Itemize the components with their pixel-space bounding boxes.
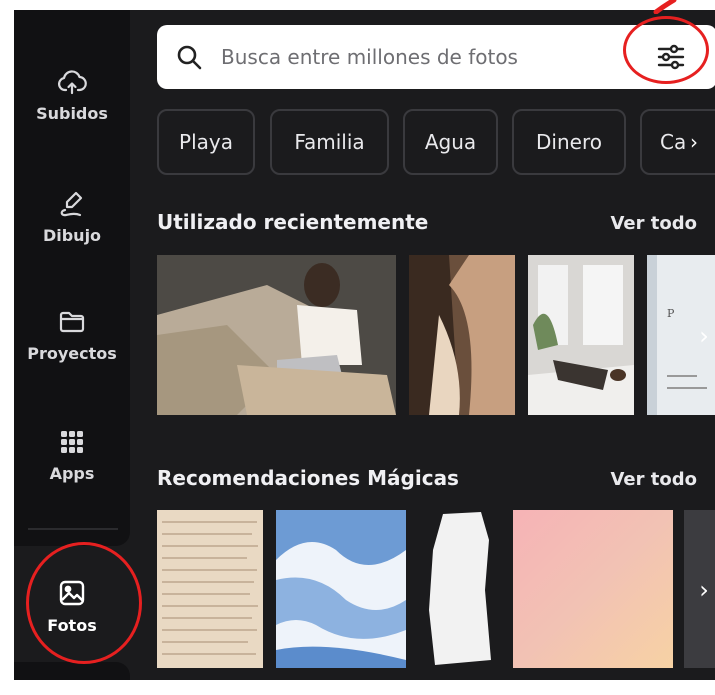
sidebar-item-dibujo[interactable]: Dibujo: [14, 188, 130, 245]
photo-thumbnail[interactable]: [409, 255, 515, 415]
sidebar-item-proyectos[interactable]: Proyectos: [14, 306, 130, 363]
annotation-circle-fotos: [26, 542, 142, 664]
section-title-magic: Recomendaciones Mágicas: [157, 466, 459, 490]
photo-thumbnail[interactable]: [157, 255, 396, 415]
suggestion-chips: Playa Familia Agua Dinero Ca ›: [157, 109, 715, 177]
sidebar-item-label: Subidos: [36, 104, 108, 123]
photo-thumbnail[interactable]: [276, 510, 406, 668]
chevron-right-icon[interactable]: ›: [690, 111, 698, 173]
sidebar-item-subidos[interactable]: Subidos: [14, 66, 130, 123]
sidebar-item-apps[interactable]: Apps: [14, 426, 130, 483]
photo-thumbnail[interactable]: [157, 510, 263, 668]
section-title-recent: Utilizado recientemente: [157, 210, 429, 234]
chip[interactable]: Familia: [270, 109, 389, 175]
chevron-right-icon[interactable]: ›: [693, 306, 715, 366]
see-all-recent-link[interactable]: Ver todo: [610, 213, 697, 234]
photo-thumbnail[interactable]: [528, 255, 634, 415]
apps-grid-icon: [61, 431, 83, 453]
chip[interactable]: Ca ›: [640, 109, 715, 175]
photo-thumbnail[interactable]: [419, 510, 503, 668]
sidebar-item-label: Proyectos: [27, 344, 117, 363]
sidebar-divider: [28, 528, 118, 530]
photo-thumbnail[interactable]: [513, 510, 673, 668]
search-input[interactable]: [221, 37, 621, 77]
annotation-circle-filter: [623, 16, 709, 84]
sidebar-item-label: Dibujo: [42, 226, 102, 245]
sidebar: Subidos Dibujo Proyectos Apps: [14, 10, 130, 546]
chevron-right-icon[interactable]: ›: [693, 560, 715, 620]
chip[interactable]: Dinero: [512, 109, 626, 175]
search-icon: [177, 45, 202, 70]
chip-label: Ca: [660, 130, 687, 154]
sidebar-bottom: [14, 662, 130, 680]
sidebar-item-label: Apps: [49, 464, 95, 483]
chip[interactable]: Playa: [157, 109, 255, 175]
draw-icon: [60, 191, 83, 217]
svg-text:P: P: [667, 307, 675, 320]
chip[interactable]: Agua: [403, 109, 498, 175]
annotation-mark: [653, 0, 677, 14]
see-all-magic-link[interactable]: Ver todo: [610, 469, 697, 490]
cloud-upload-icon: [58, 70, 87, 95]
folder-icon: [59, 311, 85, 333]
